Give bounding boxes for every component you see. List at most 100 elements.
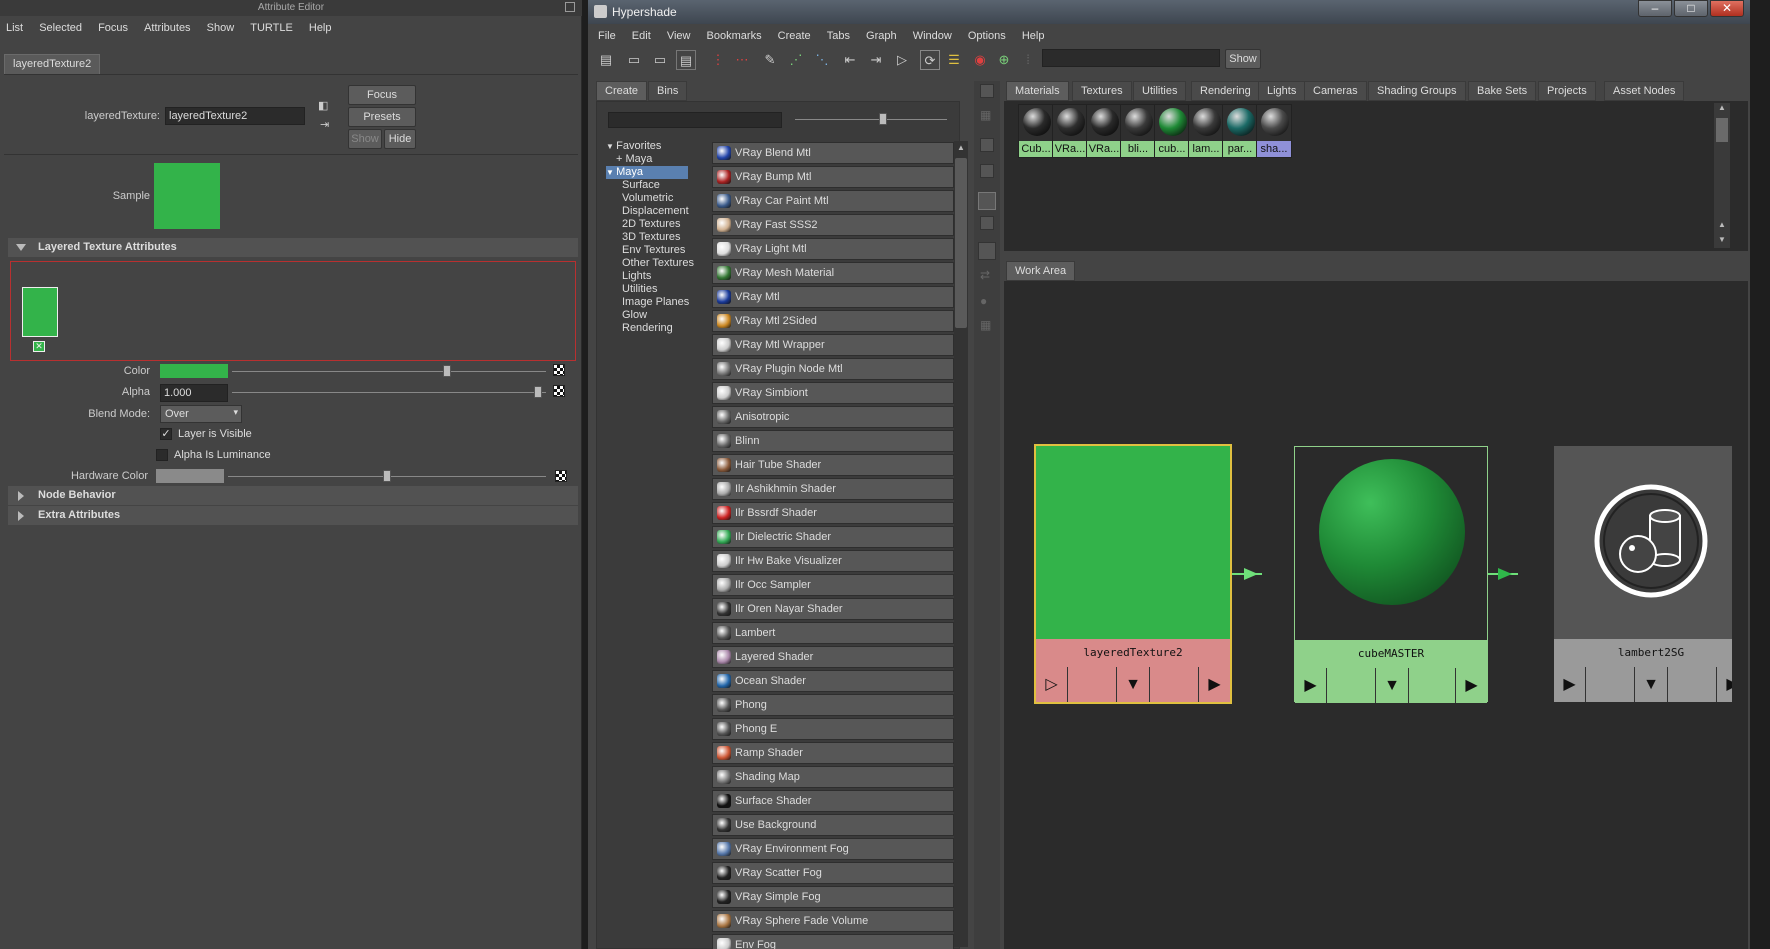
hs-menu-tabs[interactable]: Tabs [827,30,850,42]
expand-port-icon[interactable]: ▼ [1634,667,1668,702]
tree-glow[interactable]: Glow [606,309,688,322]
create-node-item[interactable]: VRay Car Paint Mtl [712,190,954,212]
expand-port-icon[interactable]: ▼ [1116,667,1150,702]
input-port-icon[interactable]: ▶ [1554,667,1586,702]
dot-icon[interactable]: ● [980,294,994,308]
icon-size-slider-track[interactable] [795,119,947,120]
ae-menu-focus[interactable]: Focus [98,22,128,34]
tree-other-textures[interactable]: Other Textures [606,257,694,270]
ae-menu-help[interactable]: Help [309,22,332,34]
create-node-item[interactable]: Ilr Oren Nayar Shader [712,598,954,620]
close-icon[interactable]: ✕ [1710,0,1744,17]
tab-materials[interactable]: Materials [1006,81,1069,101]
hs-show-button[interactable]: Show [1225,49,1261,69]
node-name-field[interactable]: layeredTexture2 [165,107,305,125]
section-node-behavior[interactable]: Node Behavior [8,486,578,505]
side-tool-icon[interactable] [978,192,996,210]
create-filter-input[interactable] [608,112,782,128]
hs-menu-create[interactable]: Create [778,30,811,42]
layout-top-icon[interactable]: ▭ [624,50,644,70]
material-swatch[interactable]: cub... [1154,104,1190,158]
hs-menu-bookmarks[interactable]: Bookmarks [707,30,762,42]
tab-textures[interactable]: Textures [1072,81,1132,101]
output-port-icon[interactable]: ▶ [1716,667,1732,702]
show-button[interactable]: Show [348,129,382,149]
color-swatch[interactable] [160,364,228,378]
tree-maya[interactable]: ▼ Maya [606,166,688,179]
alpha-slider-thumb[interactable] [534,386,542,398]
layer-swatch[interactable] [22,287,58,337]
prev-graph-icon[interactable]: ⇤ [840,50,860,70]
tree-3d-textures[interactable]: 3D Textures [606,231,688,244]
hs-menu-edit[interactable]: Edit [632,30,651,42]
hs-menu-help[interactable]: Help [1022,30,1045,42]
tree-favorites[interactable]: ▼ Favorites [606,140,688,153]
tree-image-planes[interactable]: Image Planes [606,296,689,309]
hs-menu-options[interactable]: Options [968,30,1006,42]
tree-volumetric[interactable]: Volumetric [606,192,688,205]
hs-menu-window[interactable]: Window [913,30,952,42]
create-node-item[interactable]: Ocean Shader [712,670,954,692]
node-cube-master[interactable]: cubeMASTER ▶ ▼ ▶ [1294,446,1488,703]
create-node-item[interactable]: Ilr Ashikhmin Shader [712,478,954,500]
section-extra-attributes[interactable]: Extra Attributes [8,506,578,525]
create-node-item[interactable]: VRay Environment Fog [712,838,954,860]
ae-menu-list[interactable]: List [6,22,23,34]
ae-menu-turtle[interactable]: TURTLE [250,22,293,34]
create-node-item[interactable]: VRay Mesh Material [712,262,954,284]
node-layered-texture[interactable]: layeredTexture2 ▷ ▼ ▶ [1034,444,1232,704]
create-node-item[interactable]: VRay Fast SSS2 [712,214,954,236]
tree-2d-textures[interactable]: 2D Textures [606,218,688,231]
tab-bake-sets[interactable]: Bake Sets [1468,81,1537,101]
focus-button[interactable]: Focus [348,85,416,105]
tree-favorites-maya[interactable]: + Maya [606,153,688,166]
create-node-item[interactable]: Anisotropic [712,406,954,428]
tab-rendering[interactable]: Rendering [1191,81,1260,101]
material-swatch[interactable]: Cub... [1018,104,1054,158]
play-icon[interactable]: ▷ [892,50,912,70]
hardware-color-slider-thumb[interactable] [383,470,391,482]
scroll-up-icon[interactable]: ▲ [1716,103,1728,115]
hs-menu-view[interactable]: View [667,30,691,42]
create-node-item[interactable]: Blinn [712,430,954,452]
material-swatch[interactable]: VRa... [1052,104,1088,158]
expand-port-icon[interactable]: ▼ [1375,668,1409,703]
tab-cameras[interactable]: Cameras [1304,81,1367,101]
maximize-icon[interactable]: □ [1674,0,1708,17]
create-node-item[interactable]: Surface Shader [712,790,954,812]
clear-graph-icon[interactable]: ⋮ [708,50,728,70]
ae-menu-selected[interactable]: Selected [39,22,82,34]
hs-menu-graph[interactable]: Graph [866,30,897,42]
section-layered-texture-attributes[interactable]: Layered Texture Attributes [8,238,578,257]
input-port-icon[interactable]: ▷ [1036,667,1068,702]
tab-shading-groups[interactable]: Shading Groups [1368,81,1466,101]
side-tool-icon[interactable] [980,216,994,230]
create-node-item[interactable]: VRay Mtl [712,286,954,308]
hardware-color-map-button[interactable] [555,470,567,482]
create-node-item[interactable]: VRay Scatter Fog [712,862,954,884]
layout-bottom-icon[interactable]: ▭ [650,50,670,70]
color-slider-track[interactable] [232,371,546,372]
grid-icon[interactable]: ▦ [980,318,994,332]
create-node-item[interactable]: Phong E [712,718,954,740]
refresh-icon[interactable]: ⟳ [920,50,940,70]
tab-create[interactable]: Create [596,81,648,101]
hide-button[interactable]: Hide [384,129,416,149]
graph-output-icon[interactable]: ⋱ [812,50,832,70]
material-swatch[interactable]: VRa... [1086,104,1122,158]
create-node-item[interactable]: VRay Plugin Node Mtl [712,358,954,380]
scroll-up-icon[interactable]: ▲ [955,143,967,153]
input-port-icon[interactable]: ▶ [1295,668,1327,703]
tab-bins[interactable]: Bins [648,81,688,101]
create-node-item[interactable]: VRay Blend Mtl [712,142,954,164]
create-node-item[interactable]: Lambert [712,622,954,644]
tree-utilities[interactable]: Utilities [606,283,688,296]
delete-layer-icon[interactable]: ✕ [33,341,45,352]
tab-lights[interactable]: Lights [1258,81,1306,101]
layer-visible-checkbox[interactable]: ✓ [160,428,172,440]
shuffle-icon[interactable]: ⇄ [980,268,994,282]
tree-rendering[interactable]: Rendering [606,322,688,335]
create-node-item[interactable]: VRay Light Mtl [712,238,954,260]
hs-menu-file[interactable]: File [598,30,616,42]
tab-asset-nodes[interactable]: Asset Nodes [1604,81,1685,101]
